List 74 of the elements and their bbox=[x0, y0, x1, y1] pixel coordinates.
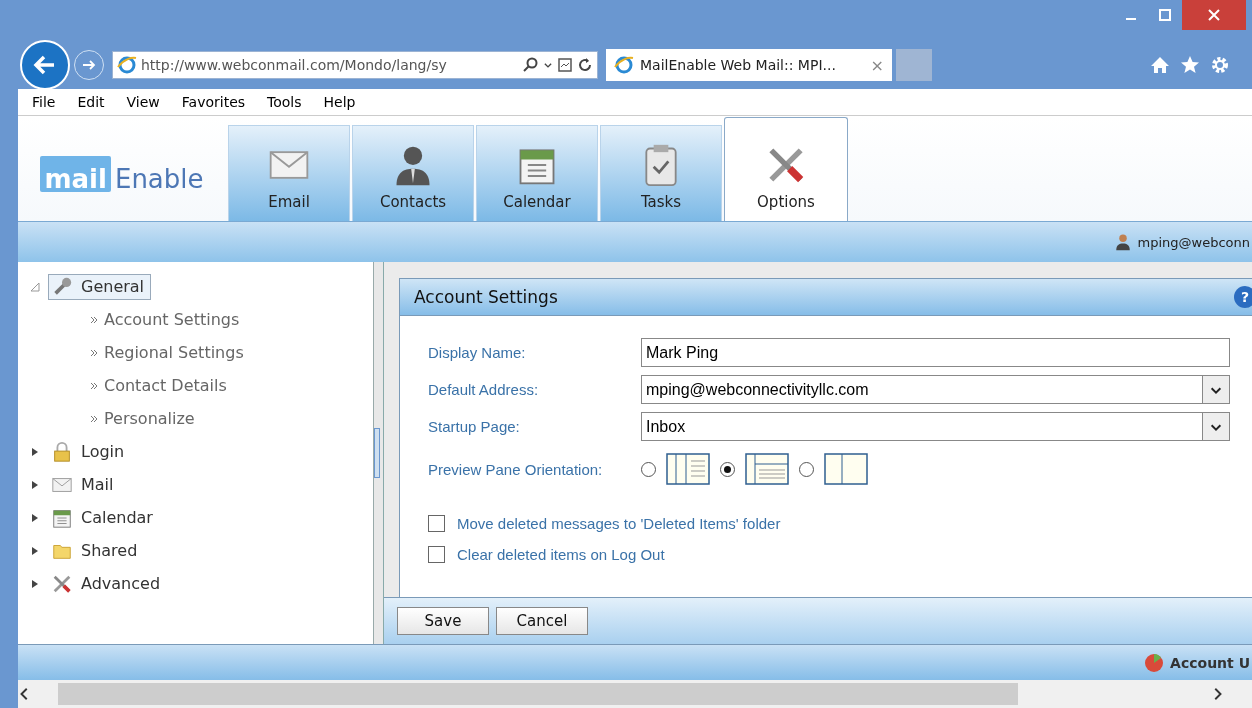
double-chevron-icon bbox=[90, 414, 98, 423]
menu-item[interactable]: Help bbox=[323, 94, 356, 110]
nav-tab[interactable]: Options bbox=[724, 117, 848, 221]
double-chevron-icon bbox=[90, 315, 98, 324]
radio-button[interactable] bbox=[799, 461, 814, 477]
panel-title: Account Settings bbox=[414, 287, 559, 307]
close-icon bbox=[1208, 9, 1220, 21]
layout-icon bbox=[666, 453, 710, 485]
tree-item[interactable]: Shared bbox=[48, 537, 145, 564]
tree-item[interactable]: Advanced bbox=[48, 570, 168, 597]
dropdown[interactable]: Inbox bbox=[641, 412, 1230, 441]
tree-item[interactable]: Calendar bbox=[48, 504, 160, 531]
field-label: Default Address: bbox=[428, 381, 540, 398]
dropdown[interactable]: mping@webconnectivityllc.com bbox=[641, 375, 1230, 404]
dropdown-caret-icon bbox=[543, 60, 553, 70]
menu-item[interactable]: View bbox=[126, 94, 160, 110]
tab-title: MailEnable Web Mail:: MPI... bbox=[640, 57, 837, 73]
collapse-icon[interactable] bbox=[28, 281, 42, 292]
checkbox-label: Move deleted messages to 'Deleted Items' folder bbox=[457, 515, 781, 532]
input-field[interactable]: Mark Ping bbox=[641, 338, 1230, 367]
tree-item[interactable]: Mail bbox=[48, 471, 121, 498]
user-icon bbox=[1113, 233, 1132, 251]
layout-icon bbox=[824, 453, 868, 485]
browser-tab[interactable]: MailEnable Web Mail:: MPI... × bbox=[606, 49, 892, 81]
minimize-icon bbox=[1126, 18, 1136, 20]
double-chevron-icon bbox=[90, 381, 98, 390]
checkbox-label: Clear deleted items on Log Out bbox=[457, 546, 665, 563]
nav-tab[interactable]: Contacts bbox=[352, 125, 474, 221]
tree-item[interactable]: Login bbox=[48, 438, 132, 465]
menu-item[interactable]: Favorites bbox=[181, 94, 246, 110]
cancel-button[interactable]: Cancel bbox=[496, 607, 588, 635]
help-button[interactable]: ? bbox=[1234, 286, 1252, 308]
forward-button[interactable] bbox=[74, 50, 104, 80]
double-chevron-icon bbox=[90, 348, 98, 357]
search-icon[interactable] bbox=[523, 57, 539, 73]
status-text: Account U bbox=[1170, 654, 1250, 671]
field-label: Startup Page: bbox=[428, 418, 521, 435]
user-email: mping@webconn bbox=[1137, 234, 1250, 250]
globe-e-icon bbox=[117, 55, 137, 75]
settings-icon[interactable] bbox=[1210, 55, 1230, 75]
tree-item[interactable]: General bbox=[48, 273, 152, 300]
nav-tab[interactable]: Calendar bbox=[476, 125, 598, 221]
checkbox[interactable] bbox=[428, 515, 445, 532]
save-button[interactable]: Save bbox=[397, 607, 489, 635]
tree-link[interactable]: Personalize bbox=[104, 409, 195, 428]
menu-item[interactable]: Edit bbox=[77, 94, 105, 110]
close-button[interactable] bbox=[1182, 0, 1246, 30]
radio-button[interactable] bbox=[641, 461, 656, 477]
back-button[interactable] bbox=[20, 40, 70, 90]
layout-icon bbox=[745, 453, 789, 485]
padlock-icon bbox=[51, 440, 73, 463]
splitter[interactable] bbox=[374, 262, 384, 644]
address-bar[interactable]: http://www.webconmail.com/Mondo/lang/sy bbox=[112, 51, 598, 79]
menu-item[interactable]: File bbox=[32, 94, 56, 110]
logo: mail Enable bbox=[40, 155, 204, 192]
tree-link[interactable]: Contact Details bbox=[104, 376, 227, 395]
globe-e-icon bbox=[614, 55, 634, 75]
nav-tab[interactable]: Tasks bbox=[600, 125, 722, 221]
field-label: Display Name: bbox=[428, 344, 527, 361]
pie-chart-icon bbox=[1144, 652, 1165, 673]
refresh-icon[interactable] bbox=[577, 57, 593, 73]
checkbox[interactable] bbox=[428, 546, 445, 563]
url-text: http://www.webconmail.com/Mondo/lang/sy bbox=[141, 57, 448, 73]
radio-button[interactable] bbox=[720, 461, 735, 477]
maximize-icon bbox=[1159, 9, 1171, 21]
horizontal-scrollbar[interactable] bbox=[18, 680, 1252, 708]
tree-link[interactable]: Regional Settings bbox=[104, 343, 244, 362]
tree-link[interactable]: Account Settings bbox=[104, 310, 240, 329]
home-icon[interactable] bbox=[1150, 55, 1170, 75]
field-label: Preview Pane Orientation: bbox=[428, 460, 604, 478]
nav-tab[interactable]: Email bbox=[228, 125, 350, 221]
star-icon[interactable] bbox=[1180, 55, 1200, 75]
menu-item[interactable]: Tools bbox=[267, 94, 302, 110]
tab-close-button[interactable]: × bbox=[870, 55, 884, 75]
